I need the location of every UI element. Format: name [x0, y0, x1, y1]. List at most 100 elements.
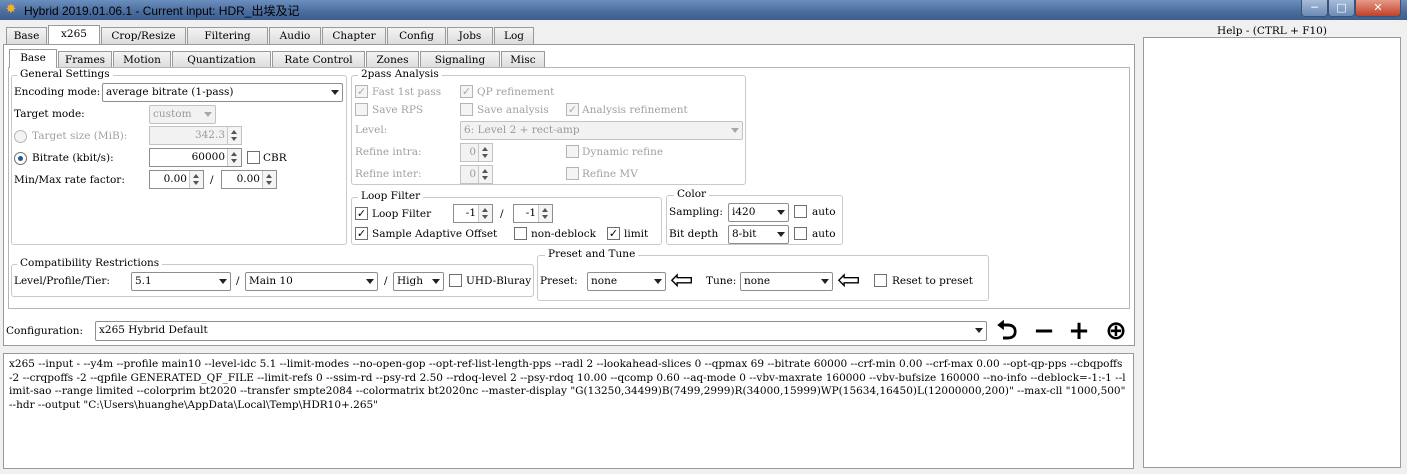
target-mode-select[interactable]: custom: [149, 105, 216, 124]
tab-base[interactable]: Base: [6, 27, 47, 44]
refine-mv-checkbox[interactable]: [566, 167, 579, 180]
twopass-analysis-title: 2pass Analysis: [358, 69, 442, 80]
spin-arrows-icon[interactable]: [478, 205, 492, 222]
subtab-motion[interactable]: Motion: [113, 51, 171, 68]
minmax-separator: /: [210, 174, 214, 186]
tier-select[interactable]: High: [393, 272, 444, 291]
deblock-alpha-spinbox[interactable]: -1: [453, 204, 493, 223]
sampling-select[interactable]: i420: [728, 203, 789, 222]
refine-intra-spinbox[interactable]: 0: [460, 143, 493, 162]
analysis-refinement-checkbox[interactable]: [566, 103, 579, 116]
subtab-frames[interactable]: Frames: [58, 51, 112, 68]
subtab-rate-control[interactable]: Rate Control: [272, 51, 365, 68]
loop-filter-title: Loop Filter: [358, 191, 424, 202]
bitrate-value: 60000: [191, 151, 225, 163]
subtab-zones[interactable]: Zones: [366, 51, 419, 68]
chevron-down-icon: [777, 232, 785, 237]
tune-select[interactable]: none: [740, 272, 833, 291]
deblock-beta-spinbox[interactable]: -1: [513, 204, 553, 223]
chevron-down-icon: [975, 328, 983, 333]
chevron-down-icon: [654, 279, 662, 284]
left-arrow-icon: ⇦: [837, 263, 861, 296]
min-rate-factor-spinbox[interactable]: 0.00: [149, 170, 204, 189]
refine-inter-spinbox[interactable]: 0: [460, 165, 493, 184]
loop-filter-checkbox[interactable]: [355, 207, 368, 220]
max-rate-factor-spinbox[interactable]: 0.00: [221, 170, 277, 189]
preset-select[interactable]: none: [587, 272, 666, 291]
bitdepth-auto-checkbox[interactable]: [794, 227, 807, 240]
spin-arrows-icon[interactable]: [262, 171, 276, 188]
save-rps-checkbox[interactable]: [355, 103, 368, 116]
save-analysis-checkbox[interactable]: [460, 103, 473, 116]
chevron-down-icon: [731, 128, 739, 133]
subtab-signaling[interactable]: Signaling: [420, 51, 500, 68]
profile-select[interactable]: Main 10: [245, 272, 378, 291]
close-button[interactable]: ✕: [1355, 0, 1401, 17]
spin-arrows-icon[interactable]: [478, 166, 492, 183]
tab-log[interactable]: Log: [494, 27, 534, 44]
non-deblock-checkbox[interactable]: [514, 227, 527, 240]
cbr-checkbox[interactable]: [247, 151, 260, 164]
loop-filter-label: Loop Filter: [372, 208, 432, 220]
chevron-down-icon: [366, 279, 374, 284]
undo-icon[interactable]: ⮌: [992, 318, 1022, 344]
sampling-auto-label: auto: [812, 206, 836, 218]
fast-1st-pass-label: Fast 1st pass: [372, 86, 442, 98]
fast-1st-pass-checkbox[interactable]: [355, 85, 368, 98]
deblock-separator: /: [500, 208, 504, 220]
save-config-icon[interactable]: ⊕: [1100, 318, 1132, 344]
target-size-value: 342.3: [194, 129, 225, 141]
sampling-label: Sampling:: [669, 206, 723, 218]
tab-crop-resize[interactable]: Crop/Resize: [101, 27, 186, 44]
sao-checkbox[interactable]: [355, 227, 368, 240]
tab-chapter[interactable]: Chapter: [322, 27, 386, 44]
target-size-radio[interactable]: [14, 130, 27, 143]
help-pane: [1143, 37, 1401, 468]
level-value: 5.1: [135, 275, 152, 287]
subtab-misc[interactable]: Misc: [501, 51, 545, 68]
window-title: Hybrid 2019.01.06.1 - Current input: HDR…: [24, 4, 300, 18]
deblock-alpha-value: -1: [465, 207, 476, 219]
tab-config[interactable]: Config: [387, 27, 446, 44]
tab-audio[interactable]: Audio: [269, 27, 321, 44]
subtab-quantization[interactable]: Quantization: [172, 51, 271, 68]
profile-tier-separator: /: [384, 275, 388, 287]
bitrate-radio[interactable]: [14, 152, 27, 165]
preset-tune-title: Preset and Tune: [545, 249, 639, 260]
level-select[interactable]: 5.1: [131, 272, 231, 291]
analysis-level-select[interactable]: 6: Level 2 + rect-amp: [460, 121, 743, 140]
encoding-mode-select[interactable]: average bitrate (1-pass): [102, 83, 343, 102]
bitdepth-select[interactable]: 8-bit: [728, 225, 789, 244]
plus-icon[interactable]: +: [1065, 318, 1093, 344]
sampling-auto-checkbox[interactable]: [794, 205, 807, 218]
configuration-value: x265 Hybrid Default: [99, 324, 208, 336]
spin-arrows-icon[interactable]: [227, 149, 241, 166]
uhd-bluray-checkbox[interactable]: [449, 274, 462, 287]
bitdepth-auto-label: auto: [812, 228, 836, 240]
tab-x265[interactable]: x265: [48, 25, 100, 44]
subtab-base[interactable]: Base: [9, 49, 57, 68]
tab-jobs[interactable]: Jobs: [447, 27, 493, 44]
configuration-select[interactable]: x265 Hybrid Default: [95, 321, 987, 341]
spin-arrows-icon[interactable]: [478, 144, 492, 161]
qp-refinement-checkbox[interactable]: [460, 85, 473, 98]
app-gear-icon[interactable]: ✸: [4, 3, 18, 17]
chevron-down-icon: [219, 279, 227, 284]
bitrate-label: Bitrate (kbit/s):: [32, 152, 114, 164]
dynamic-refine-checkbox[interactable]: [566, 145, 579, 158]
target-size-spinbox[interactable]: 342.3: [149, 126, 242, 145]
maximize-button[interactable]: □: [1328, 0, 1355, 17]
chevron-down-icon: [777, 210, 785, 215]
limit-checkbox[interactable]: [607, 227, 620, 240]
dynamic-refine-label: Dynamic refine: [582, 146, 664, 158]
reset-to-preset-checkbox[interactable]: [874, 274, 887, 287]
profile-value: Main 10: [249, 275, 293, 287]
spin-arrows-icon[interactable]: [227, 127, 241, 144]
minimize-button[interactable]: ─: [1301, 0, 1328, 17]
bitrate-spinbox[interactable]: 60000: [149, 148, 242, 167]
chevron-down-icon: [432, 279, 440, 284]
tab-filtering[interactable]: Filtering: [187, 27, 268, 44]
minus-icon[interactable]: −: [1030, 318, 1058, 344]
spin-arrows-icon[interactable]: [538, 205, 552, 222]
spin-arrows-icon[interactable]: [189, 171, 203, 188]
